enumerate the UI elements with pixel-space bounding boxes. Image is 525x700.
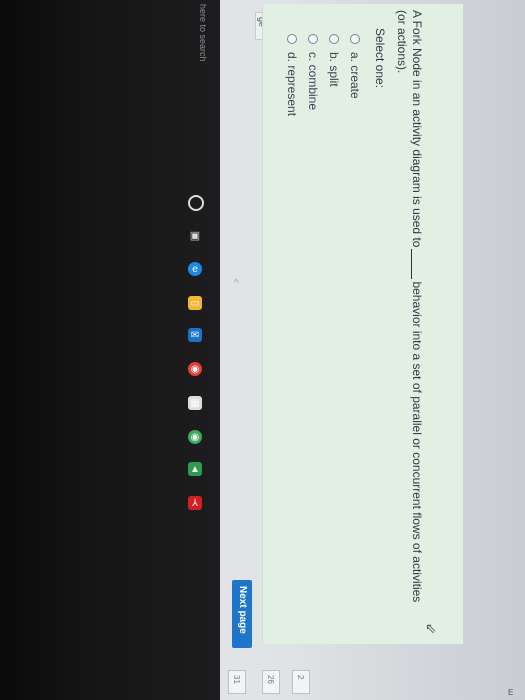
question-text-line2: (or actions). bbox=[395, 10, 409, 74]
option-d[interactable]: d. represent bbox=[285, 34, 299, 116]
task-view-icon[interactable]: ▣ bbox=[188, 228, 202, 242]
radio-c[interactable] bbox=[308, 34, 318, 44]
next-page-button[interactable]: Next page bbox=[232, 580, 252, 648]
side-box-text: 2 bbox=[296, 675, 305, 680]
monitor-screen: here to search ▣ e ▭ ✉ ◉ ▦ ◉ ▲ ⅄ ge ^ A … bbox=[0, 0, 525, 700]
store-icon[interactable]: ▦ bbox=[188, 396, 202, 410]
taskbar: here to search ▣ e ▭ ✉ ◉ ▦ ◉ ▲ ⅄ bbox=[0, 0, 220, 700]
side-box-text: 26 bbox=[266, 675, 275, 684]
corner-text: E bbox=[508, 688, 514, 697]
radio-d[interactable] bbox=[287, 34, 297, 44]
cursor-icon: ⇖ bbox=[425, 620, 437, 636]
question-line1: A Fork Node in an activity diagram is us… bbox=[410, 10, 424, 248]
google-drive-icon[interactable]: ▲ bbox=[188, 462, 202, 476]
edge-icon[interactable]: e bbox=[188, 262, 202, 276]
taskbar-search-text[interactable]: here to search bbox=[198, 4, 208, 62]
question-text: A Fork Node in an activity diagram is us… bbox=[409, 10, 425, 602]
blank-line bbox=[411, 249, 412, 280]
side-box[interactable]: 2 bbox=[292, 670, 310, 694]
mail-icon[interactable]: ✉ bbox=[188, 328, 202, 342]
radio-b[interactable] bbox=[329, 34, 339, 44]
side-box-text: 31 bbox=[232, 675, 241, 684]
chevron-icon: ^ bbox=[234, 278, 239, 289]
option-b[interactable]: b. split bbox=[327, 34, 341, 87]
select-one-label: Select one: bbox=[373, 28, 387, 89]
acrobat-icon[interactable]: ⅄ bbox=[188, 496, 202, 510]
side-box[interactable]: 31 bbox=[228, 670, 246, 694]
file-explorer-icon[interactable]: ▭ bbox=[188, 296, 202, 310]
next-page-label: Next page bbox=[237, 586, 248, 634]
chrome-icon[interactable]: ◉ bbox=[188, 430, 202, 444]
option-c[interactable]: c. combine bbox=[306, 34, 320, 110]
option-a-label: a. create bbox=[348, 52, 362, 99]
question-line1-end: behavior into a set of parallel or concu… bbox=[410, 281, 424, 603]
radio-a[interactable] bbox=[350, 34, 360, 44]
search-icon[interactable] bbox=[188, 195, 204, 211]
option-d-label: d. represent bbox=[285, 52, 299, 117]
side-box[interactable]: 26 bbox=[262, 670, 280, 694]
option-c-label: c. combine bbox=[306, 52, 320, 111]
option-b-label: b. split bbox=[327, 52, 341, 87]
chrome-icon[interactable]: ◉ bbox=[188, 362, 202, 376]
option-a[interactable]: a. create bbox=[348, 34, 362, 99]
